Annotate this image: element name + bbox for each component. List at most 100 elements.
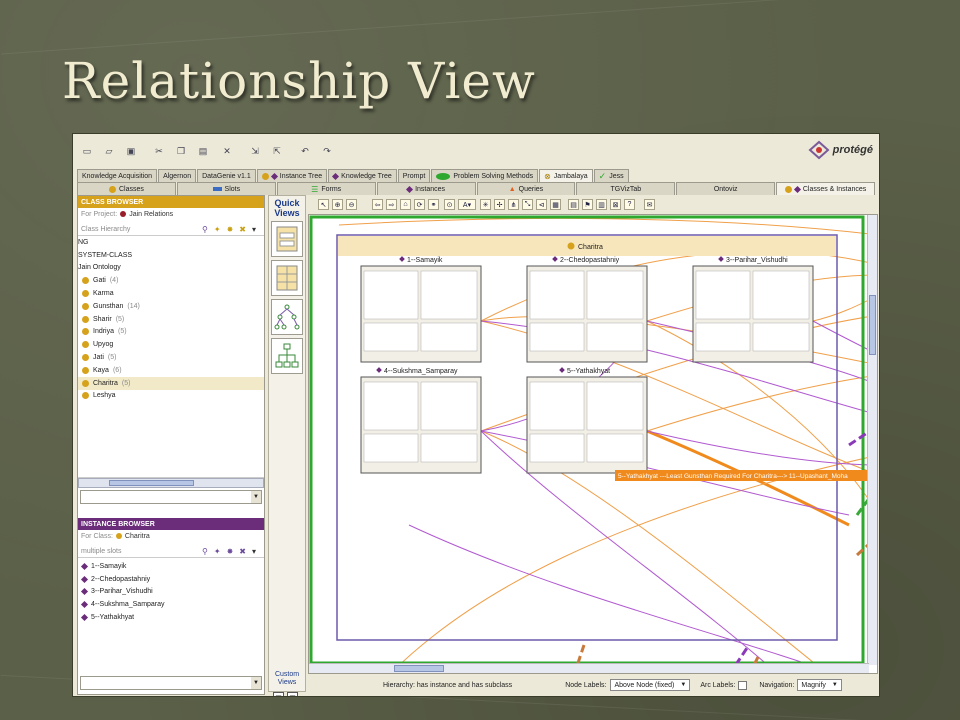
delete-instance-icon[interactable]: ✖ [239, 547, 246, 556]
layout-grid-icon[interactable]: ▦ [550, 199, 561, 210]
cut-icon[interactable]: ✂ [153, 145, 165, 157]
tab-classes[interactable]: Classes [77, 182, 176, 195]
canvas-vertical-scrollbar[interactable] [867, 215, 877, 665]
visualization-canvas[interactable]: Charitra 1--Samayik 2--Chedopastahniy 3-… [308, 214, 878, 674]
scrollbar-thumb[interactable] [394, 665, 444, 672]
navigation-select[interactable]: Magnify ▼ [797, 679, 842, 691]
layout-radial-icon[interactable]: ✳ [480, 199, 491, 210]
tab-algernon[interactable]: Algernon [158, 169, 197, 182]
export-icon[interactable]: ⇱ [271, 145, 283, 157]
home-icon[interactable]: ⌂ [400, 199, 411, 210]
canvas-horizontal-scrollbar[interactable] [309, 663, 869, 673]
undo-icon[interactable]: ↶ [299, 145, 311, 157]
binoculars-icon[interactable]: ⊙ [444, 199, 455, 210]
instance-node-samayik[interactable]: 1--Samayik [360, 256, 482, 363]
copy-icon[interactable]: ❐ [175, 145, 187, 157]
tab-knowledge-tree[interactable]: Knowledge Tree [328, 169, 397, 182]
tab-tgviztab[interactable]: TGVizTab [576, 182, 676, 195]
arc-labels-checkbox[interactable] [738, 680, 748, 690]
class-item-gati[interactable]: Gati (4) [78, 274, 264, 287]
relationship-graph[interactable]: Charitra 1--Samayik 2--Chedopastahniy 3-… [309, 215, 878, 674]
tree-root[interactable]: NG [78, 236, 264, 249]
instance-node-chedopastahniy[interactable]: 2--Chedopastahniy [526, 256, 648, 363]
new-file-icon[interactable]: ▭ [81, 145, 93, 157]
tab-knowledge-acquisition[interactable]: Knowledge Acquisition [77, 169, 158, 182]
filter-icon[interactable]: ⚑ [582, 199, 593, 210]
menu-arrow-icon[interactable]: ▾ [252, 547, 256, 556]
tab-problem-solving-methods[interactable]: Problem Solving Methods [431, 169, 539, 182]
custom-view-edit-icon[interactable]: ▨ [287, 692, 298, 696]
class-item-sharir[interactable]: Sharir (5) [78, 313, 264, 326]
class-item-karma[interactable]: Karma [78, 287, 264, 300]
class-item-gunsthan[interactable]: Gunsthan (14) [78, 300, 264, 313]
open-folder-icon[interactable]: ▱ [103, 145, 115, 157]
instance-item[interactable]: 5--Yathakhyat [78, 611, 264, 624]
view-references-icon[interactable]: ⚲ [202, 547, 208, 556]
tab-classes-and-instances[interactable]: Classes & Instances [776, 182, 875, 195]
delete-icon[interactable]: ✕ [221, 145, 233, 157]
instance-item[interactable]: 2--Chedopastahniy [78, 573, 264, 586]
film-icon[interactable]: ▥ [596, 199, 607, 210]
instance-item[interactable]: 1--Samayik [78, 560, 264, 573]
forward-icon[interactable]: ⇨ [386, 199, 397, 210]
tab-slots[interactable]: Slots [176, 182, 276, 195]
node-labels-select[interactable]: Above Node (fixed) ▼ [610, 679, 691, 691]
screenshot-icon[interactable]: ⊠ [610, 199, 621, 210]
instance-item[interactable]: 3--Parihar_Vishudhi [78, 586, 264, 599]
redo-icon[interactable]: ↷ [321, 145, 333, 157]
layout-tree-icon[interactable]: ⋔ [508, 199, 519, 210]
tree-root[interactable]: Jain Ontology [78, 262, 264, 275]
class-item-upyog[interactable]: Upyog [78, 338, 264, 351]
tree-root[interactable]: SYSTEM-CLASS [78, 249, 264, 262]
add-superclass-icon[interactable]: ✸ [227, 225, 234, 234]
text-style-icon[interactable]: A▾ [458, 199, 476, 210]
tree-view-button[interactable] [271, 299, 303, 335]
refresh-icon[interactable]: ⟳ [414, 199, 425, 210]
custom-view-add-icon[interactable]: ▦ [273, 692, 284, 696]
instance-node-parihar-vishudhi[interactable]: 3--Parihar_Vishudhi [692, 256, 814, 363]
create-class-icon[interactable]: ✦ [214, 225, 221, 234]
copy-instance-icon[interactable]: ✸ [227, 547, 234, 556]
layout-horizontal-icon[interactable]: ⊲ [536, 199, 547, 210]
tab-datagenie[interactable]: DataGenie v1.1 [197, 169, 256, 182]
tab-forms[interactable]: ☰ Forms [276, 182, 376, 195]
layout-connect-icon[interactable]: ⤡ [522, 199, 533, 210]
mail-icon[interactable]: ✉ [644, 199, 655, 210]
hierarchy-view-button[interactable] [271, 338, 303, 374]
class-item-kaya[interactable]: Kaya (6) [78, 364, 264, 377]
tab-ontoviz[interactable]: Ontoviz [676, 182, 776, 195]
dropdown-arrow-icon[interactable]: ▼ [251, 491, 261, 503]
layout-table-icon[interactable]: ▤ [568, 199, 579, 210]
delete-class-icon[interactable]: ✖ [239, 225, 246, 234]
layout-spring-icon[interactable]: ✢ [494, 199, 505, 210]
arrow-tool-icon[interactable]: ↖ [318, 199, 329, 210]
tab-instance-tree[interactable]: Instance Tree [256, 169, 328, 182]
scrollbar-thumb[interactable] [869, 295, 876, 355]
zoom-out-icon[interactable]: ⊖ [346, 199, 357, 210]
grid-view-button[interactable] [271, 260, 303, 296]
tab-jambalaya[interactable]: ⊗ Jambalaya [539, 169, 593, 182]
link-icon[interactable]: ⚭ [428, 199, 439, 210]
zoom-in-icon[interactable]: ⊕ [332, 199, 343, 210]
tab-jess[interactable]: ✓ Jess [593, 169, 629, 182]
tab-queries[interactable]: ▲ Queries [476, 182, 576, 195]
paste-icon[interactable]: ▤ [197, 145, 209, 157]
class-item-indriya[interactable]: Indriya (5) [78, 326, 264, 339]
tab-prompt[interactable]: Prompt [397, 169, 431, 182]
tab-instances[interactable]: Instances [376, 182, 476, 195]
instance-search-input[interactable]: ▼ [80, 676, 262, 690]
dropdown-arrow-icon[interactable]: ▼ [251, 677, 261, 689]
instance-node-yathakhyat[interactable]: 5--Yathakhyat [526, 367, 648, 474]
instance-node-sukshma-samparay[interactable]: 4--Sukshma_Samparay [360, 367, 482, 474]
class-item-leshya[interactable]: Leshya [78, 390, 264, 403]
scrollbar-thumb[interactable] [109, 480, 194, 486]
class-search-input[interactable]: ▼ [80, 490, 262, 504]
create-instance-icon[interactable]: ✦ [214, 547, 221, 556]
menu-arrow-icon[interactable]: ▾ [252, 225, 256, 234]
class-item-jati[interactable]: Jati (5) [78, 351, 264, 364]
instance-item[interactable]: 4--Sukshma_Samparay [78, 598, 264, 611]
class-item-charitra[interactable]: Charitra (5) [78, 376, 264, 390]
save-icon[interactable]: ▣ [125, 145, 137, 157]
nested-view-button[interactable] [271, 221, 303, 257]
help-icon[interactable]: ? [624, 199, 635, 210]
